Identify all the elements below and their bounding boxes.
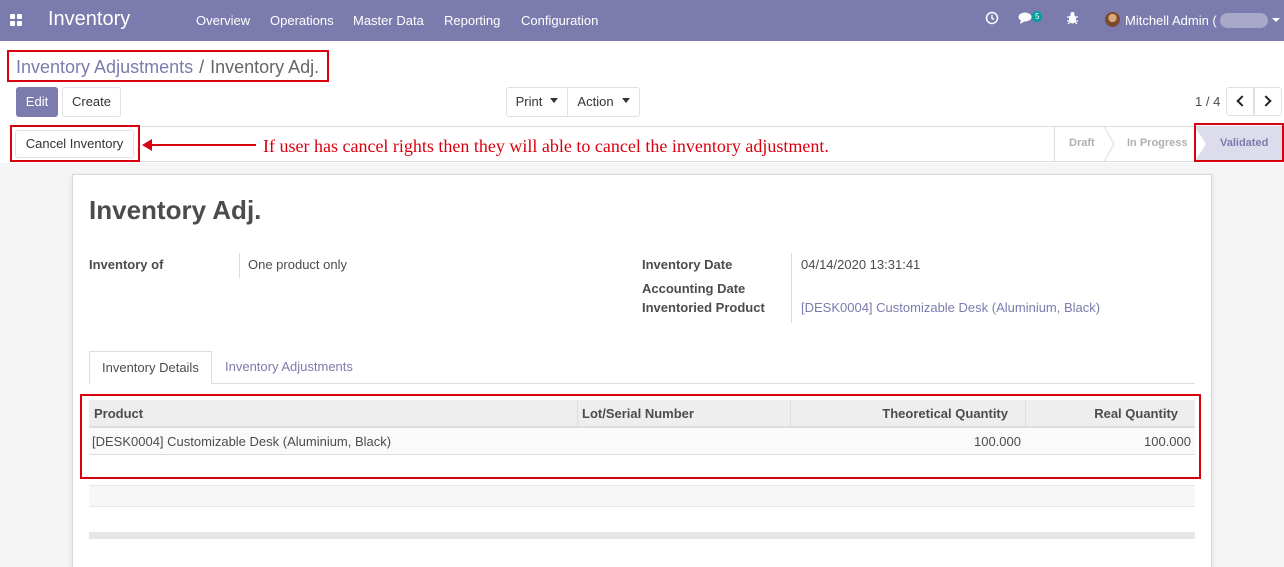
table-row-empty: [89, 485, 1195, 507]
edit-button[interactable]: Edit: [16, 87, 58, 117]
inventory-date-label: Inventory Date: [642, 257, 733, 272]
apps-grid-icon[interactable]: [10, 14, 22, 26]
print-label: Print: [515, 94, 543, 109]
column-divider: [790, 400, 791, 428]
menu-reporting[interactable]: Reporting: [444, 13, 500, 28]
menu-master-data[interactable]: Master Data: [353, 13, 424, 28]
cell-theoretical-qty: 100.000: [974, 434, 1021, 449]
cancel-inventory-button[interactable]: Cancel Inventory: [15, 130, 134, 158]
status-arrow: [1195, 127, 1206, 161]
column-divider: [577, 400, 578, 428]
chevron-right-icon: [1260, 95, 1272, 107]
menu-operations[interactable]: Operations: [270, 13, 334, 28]
column-header-product[interactable]: Product: [94, 401, 143, 428]
field-divider: [239, 253, 240, 278]
tab-inventory-adjustments[interactable]: Inventory Adjustments: [213, 351, 365, 384]
clock-icon[interactable]: [985, 11, 999, 28]
action-label: Action: [577, 94, 614, 109]
pager-value[interactable]: 1 / 4: [1195, 94, 1220, 109]
inventoried-product-label: Inventoried Product: [642, 300, 765, 315]
breadcrumb: Inventory Adjustments / Inventory Adj.: [16, 57, 319, 78]
breadcrumb-parent[interactable]: Inventory Adjustments: [16, 57, 193, 77]
status-arrow: [1103, 126, 1115, 162]
menu-overview[interactable]: Overview: [196, 13, 250, 28]
column-header-real-qty[interactable]: Real Quantity: [1094, 401, 1178, 428]
status-divider: [1054, 126, 1055, 162]
accounting-date-label: Accounting Date: [642, 281, 746, 296]
chevron-down-icon[interactable]: [1272, 18, 1280, 22]
cell-product: [DESK0004] Customizable Desk (Aluminium,…: [92, 434, 392, 449]
user-name[interactable]: Mitchell Admin (: [1125, 13, 1217, 28]
form-title: Inventory Adj.: [89, 195, 262, 225]
create-button[interactable]: Create: [62, 87, 121, 117]
action-dropdown[interactable]: Action: [567, 87, 640, 117]
status-in-progress[interactable]: In Progress: [1127, 137, 1188, 149]
avatar[interactable]: [1105, 12, 1120, 27]
chevron-down-icon: [621, 98, 630, 104]
inventory-date-value: 04/14/2020 13:31:41: [801, 257, 921, 272]
messages-count-badge: 5: [1032, 11, 1043, 22]
menu-configuration[interactable]: Configuration: [521, 13, 598, 28]
app-title[interactable]: Inventory: [48, 8, 130, 31]
status-validated[interactable]: Validated: [1220, 137, 1268, 149]
pager-next-button[interactable]: [1254, 87, 1282, 116]
chevron-left-icon: [1236, 95, 1248, 107]
inventory-of-label: Inventory of: [89, 257, 164, 272]
cell-real-qty: 100.000: [1144, 434, 1191, 449]
bug-icon[interactable]: [1066, 11, 1079, 28]
top-navbar: Inventory Overview Operations Master Dat…: [0, 0, 1284, 41]
annotation-text: If user has cancel rights then they will…: [263, 136, 829, 156]
breadcrumb-separator: /: [199, 57, 205, 77]
print-dropdown[interactable]: Print: [506, 87, 568, 117]
column-header-lot-serial[interactable]: Lot/Serial Number: [582, 401, 694, 428]
inventory-of-value: One product only: [248, 257, 348, 272]
table-footer: [89, 532, 1195, 539]
column-header-theoretical-qty[interactable]: Theoretical Quantity: [882, 401, 1008, 428]
chevron-down-icon: [550, 98, 559, 104]
breadcrumb-current: Inventory Adj.: [210, 57, 320, 77]
inventoried-product-link[interactable]: [DESK0004] Customizable Desk (Aluminium,…: [801, 300, 1100, 315]
tab-inventory-details[interactable]: Inventory Details: [89, 351, 212, 384]
status-draft[interactable]: Draft: [1069, 137, 1095, 149]
pager-previous-button[interactable]: [1226, 87, 1254, 116]
annotation-arrow-line: [150, 144, 256, 146]
redacted-db-name: [1220, 13, 1268, 28]
column-divider: [1025, 400, 1026, 428]
field-divider: [791, 253, 792, 323]
